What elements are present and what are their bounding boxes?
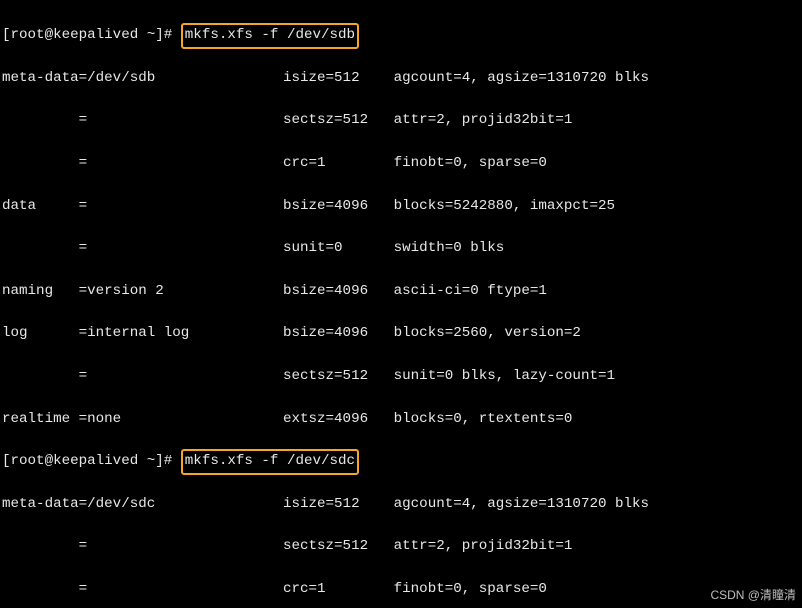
output-line: meta-data=/dev/sdc isize=512 agcount=4, … <box>2 494 800 515</box>
command-highlight: mkfs.xfs -f /dev/sdc <box>181 449 359 474</box>
output-line: = crc=1 finobt=0, sparse=0 <box>2 153 800 174</box>
command-highlight: mkfs.xfs -f /dev/sdb <box>181 23 359 48</box>
output-line: = crc=1 finobt=0, sparse=0 <box>2 579 800 600</box>
prompt-line: [root@keepalived ~]# mkfs.xfs -f /dev/sd… <box>2 25 800 46</box>
terminal-window[interactable]: [root@keepalived ~]# mkfs.xfs -f /dev/sd… <box>0 0 802 608</box>
output-line: = sectsz=512 attr=2, projid32bit=1 <box>2 536 800 557</box>
output-line: = sectsz=512 attr=2, projid32bit=1 <box>2 110 800 131</box>
output-line: = sunit=0 swidth=0 blks <box>2 238 800 259</box>
watermark: CSDN @清瞳清 <box>710 586 796 604</box>
output-line: = sectsz=512 sunit=0 blks, lazy-count=1 <box>2 366 800 387</box>
prompt-line: [root@keepalived ~]# mkfs.xfs -f /dev/sd… <box>2 451 800 472</box>
output-line: log =internal log bsize=4096 blocks=2560… <box>2 323 800 344</box>
shell-prompt: [root@keepalived ~]# <box>2 27 181 43</box>
output-line: data = bsize=4096 blocks=5242880, imaxpc… <box>2 196 800 217</box>
output-line: realtime =none extsz=4096 blocks=0, rtex… <box>2 409 800 430</box>
output-line: meta-data=/dev/sdb isize=512 agcount=4, … <box>2 68 800 89</box>
output-line: naming =version 2 bsize=4096 ascii-ci=0 … <box>2 281 800 302</box>
shell-prompt: [root@keepalived ~]# <box>2 453 181 469</box>
